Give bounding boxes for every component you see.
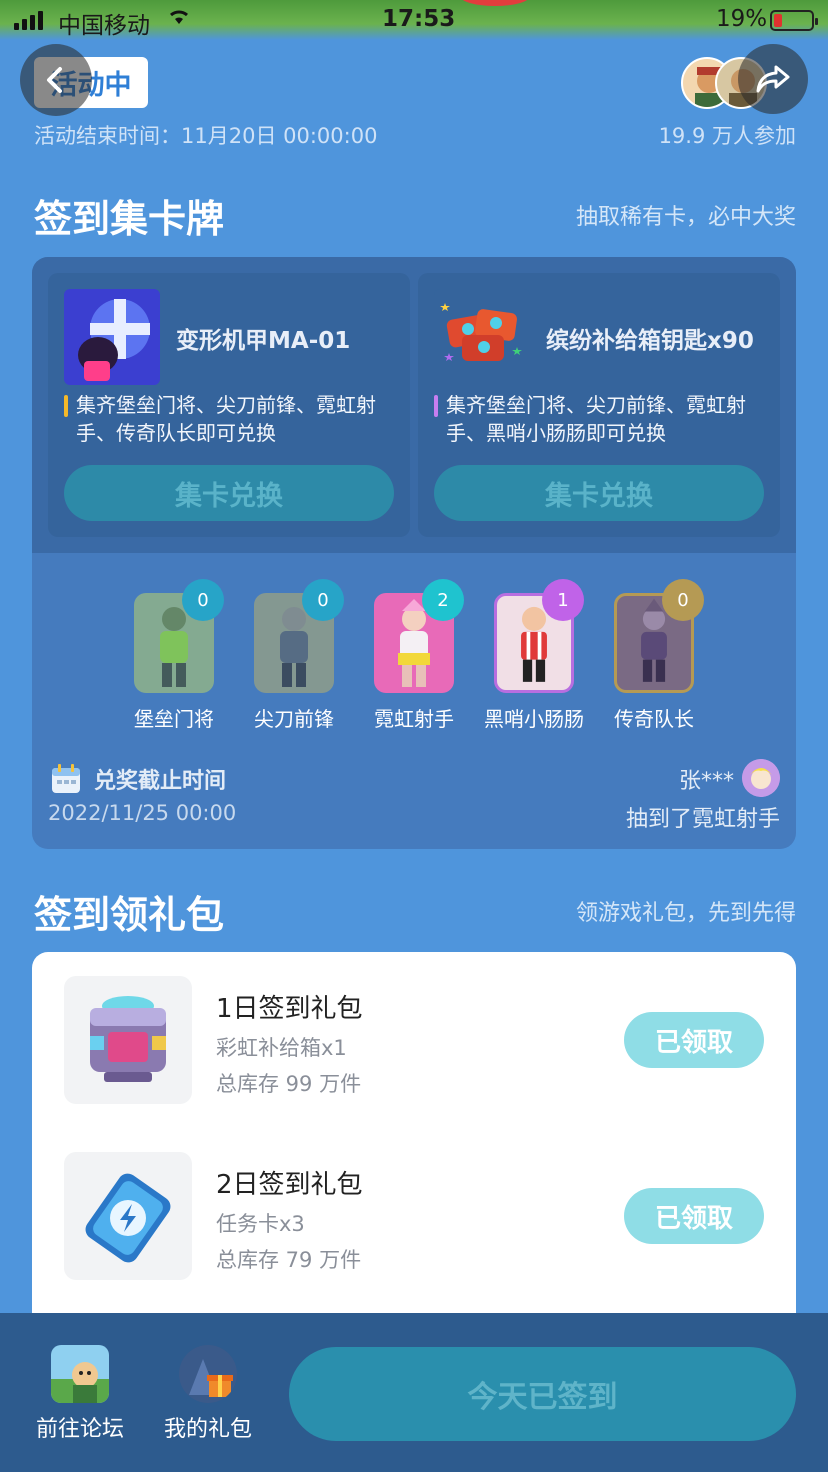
gift-title: 1日签到礼包 [216, 994, 363, 1024]
accent-bar [64, 395, 68, 417]
gift-item: 彩虹补给箱x1 [216, 1036, 347, 1060]
gift-list: 1日签到礼包 彩虹补给箱x1 总库存 99 万件 已领取 2日签到礼包 任务卡x… [32, 952, 796, 1332]
back-button[interactable] [20, 44, 92, 116]
banner-decoration [460, 0, 530, 6]
section-subtitle-cards: 抽取稀有卡，必中大奖 [575, 205, 796, 230]
gift-title: 2日签到礼包 [216, 1170, 363, 1200]
mecha-prize-image [64, 289, 160, 385]
share-icon [756, 65, 790, 93]
wifi-icon [168, 6, 190, 30]
share-button[interactable] [738, 44, 808, 114]
winner-name: 张*** [678, 769, 734, 794]
prize-area: 变形机甲MA-01 集齐堡垒门将、尖刀前锋、霓虹射手、传奇队长即可兑换 集卡兑换 [32, 257, 796, 553]
card-count-badge: 2 [422, 579, 464, 621]
prize-card: 缤纷补给箱钥匙x90 集齐堡垒门将、尖刀前锋、霓虹射手、黑哨小肠肠即可兑换 集卡… [418, 273, 780, 537]
prize-condition-text: 集齐堡垒门将、尖刀前锋、霓虹射手、传奇队长即可兑换 [76, 393, 376, 445]
character-name: 堡垒门将 [134, 707, 214, 731]
exchange-button[interactable]: 集卡兑换 [434, 465, 764, 521]
card-count-badge: 0 [662, 579, 704, 621]
bottom-bar: 前往论坛 我的礼包 今天已签到 [0, 1313, 828, 1472]
participant-count: 19.9 万人参加 [658, 124, 796, 148]
card-collection-panel: 变形机甲MA-01 集齐堡垒门将、尖刀前锋、霓虹射手、传奇队长即可兑换 集卡兑换 [32, 257, 796, 849]
redeem-deadline-value: 2022/11/25 00:00 [48, 801, 237, 825]
character-name: 尖刀前锋 [254, 707, 334, 731]
card-count-badge: 0 [302, 579, 344, 621]
winner-avatar [742, 759, 780, 797]
section-title-gifts: 签到领礼包 [34, 893, 225, 937]
battery-icon [770, 10, 818, 31]
back-icon [47, 67, 62, 93]
prize-name: 变形机甲MA-01 [176, 328, 351, 354]
forum-link[interactable]: 前往论坛 [30, 1345, 130, 1443]
card-count-badge: 0 [182, 579, 224, 621]
character-name: 黑哨小肠肠 [484, 707, 584, 731]
key-prize-image [434, 289, 530, 385]
section-subtitle-gifts: 领游戏礼包，先到先得 [575, 901, 796, 926]
gift-stock: 总库存 79 万件 [216, 1248, 362, 1272]
winner-result: 抽到了霓虹射手 [625, 807, 780, 832]
prize-name: 缤纷补给箱钥匙x90 [546, 328, 754, 354]
checkin-button[interactable]: 今天已签到 [289, 1347, 796, 1441]
signal-icon [14, 10, 43, 30]
battery-percent: 19% [716, 6, 768, 32]
carrier-name: 中国移动 [58, 13, 150, 39]
gift-stock: 总库存 99 万件 [216, 1072, 362, 1096]
prize-card: 变形机甲MA-01 集齐堡垒门将、尖刀前锋、霓虹射手、传奇队长即可兑换 集卡兑换 [48, 273, 410, 537]
character-name: 霓虹射手 [374, 707, 454, 731]
card-count-badge: 1 [542, 579, 584, 621]
gift-icon [179, 1345, 237, 1403]
activity-end-time: 活动结束时间：11月20日 00:00:00 [34, 124, 378, 148]
gift-item: 任务卡x3 [216, 1212, 305, 1236]
character-card-list: 0 堡垒门将 0 尖刀前锋 2 霓虹射手 1 黑哨小肠肠 0 传奇队长 [134, 579, 704, 733]
status-bar: 中国移动 17:53 19% [0, 0, 828, 40]
accent-bar [434, 395, 438, 417]
calendar-icon [50, 763, 82, 795]
mission-card-image [64, 1152, 192, 1280]
prize-condition-text: 集齐堡垒门将、尖刀前锋、霓虹射手、黑哨小肠肠即可兑换 [446, 393, 746, 445]
clock: 17:53 [382, 6, 456, 32]
forum-icon [51, 1345, 109, 1403]
list-item: 2日签到礼包 任务卡x3 总库存 79 万件 已领取 [32, 1152, 796, 1282]
claimed-button[interactable]: 已领取 [624, 1188, 764, 1244]
claimed-button[interactable]: 已领取 [624, 1012, 764, 1068]
my-gifts-link[interactable]: 我的礼包 [158, 1345, 258, 1443]
character-name: 传奇队长 [614, 707, 694, 731]
section-title-cards: 签到集卡牌 [34, 197, 225, 241]
list-item: 1日签到礼包 彩虹补给箱x1 总库存 99 万件 已领取 [32, 976, 796, 1106]
prize-condition: 集齐堡垒门将、尖刀前锋、霓虹射手、黑哨小肠肠即可兑换 [434, 391, 768, 447]
exchange-button[interactable]: 集卡兑换 [64, 465, 394, 521]
prize-condition: 集齐堡垒门将、尖刀前锋、霓虹射手、传奇队长即可兑换 [64, 391, 398, 447]
supply-box-image [64, 976, 192, 1104]
forum-label: 前往论坛 [35, 1417, 124, 1442]
my-gifts-label: 我的礼包 [163, 1417, 252, 1442]
redeem-deadline-label: 兑奖截止时间 [94, 769, 227, 794]
